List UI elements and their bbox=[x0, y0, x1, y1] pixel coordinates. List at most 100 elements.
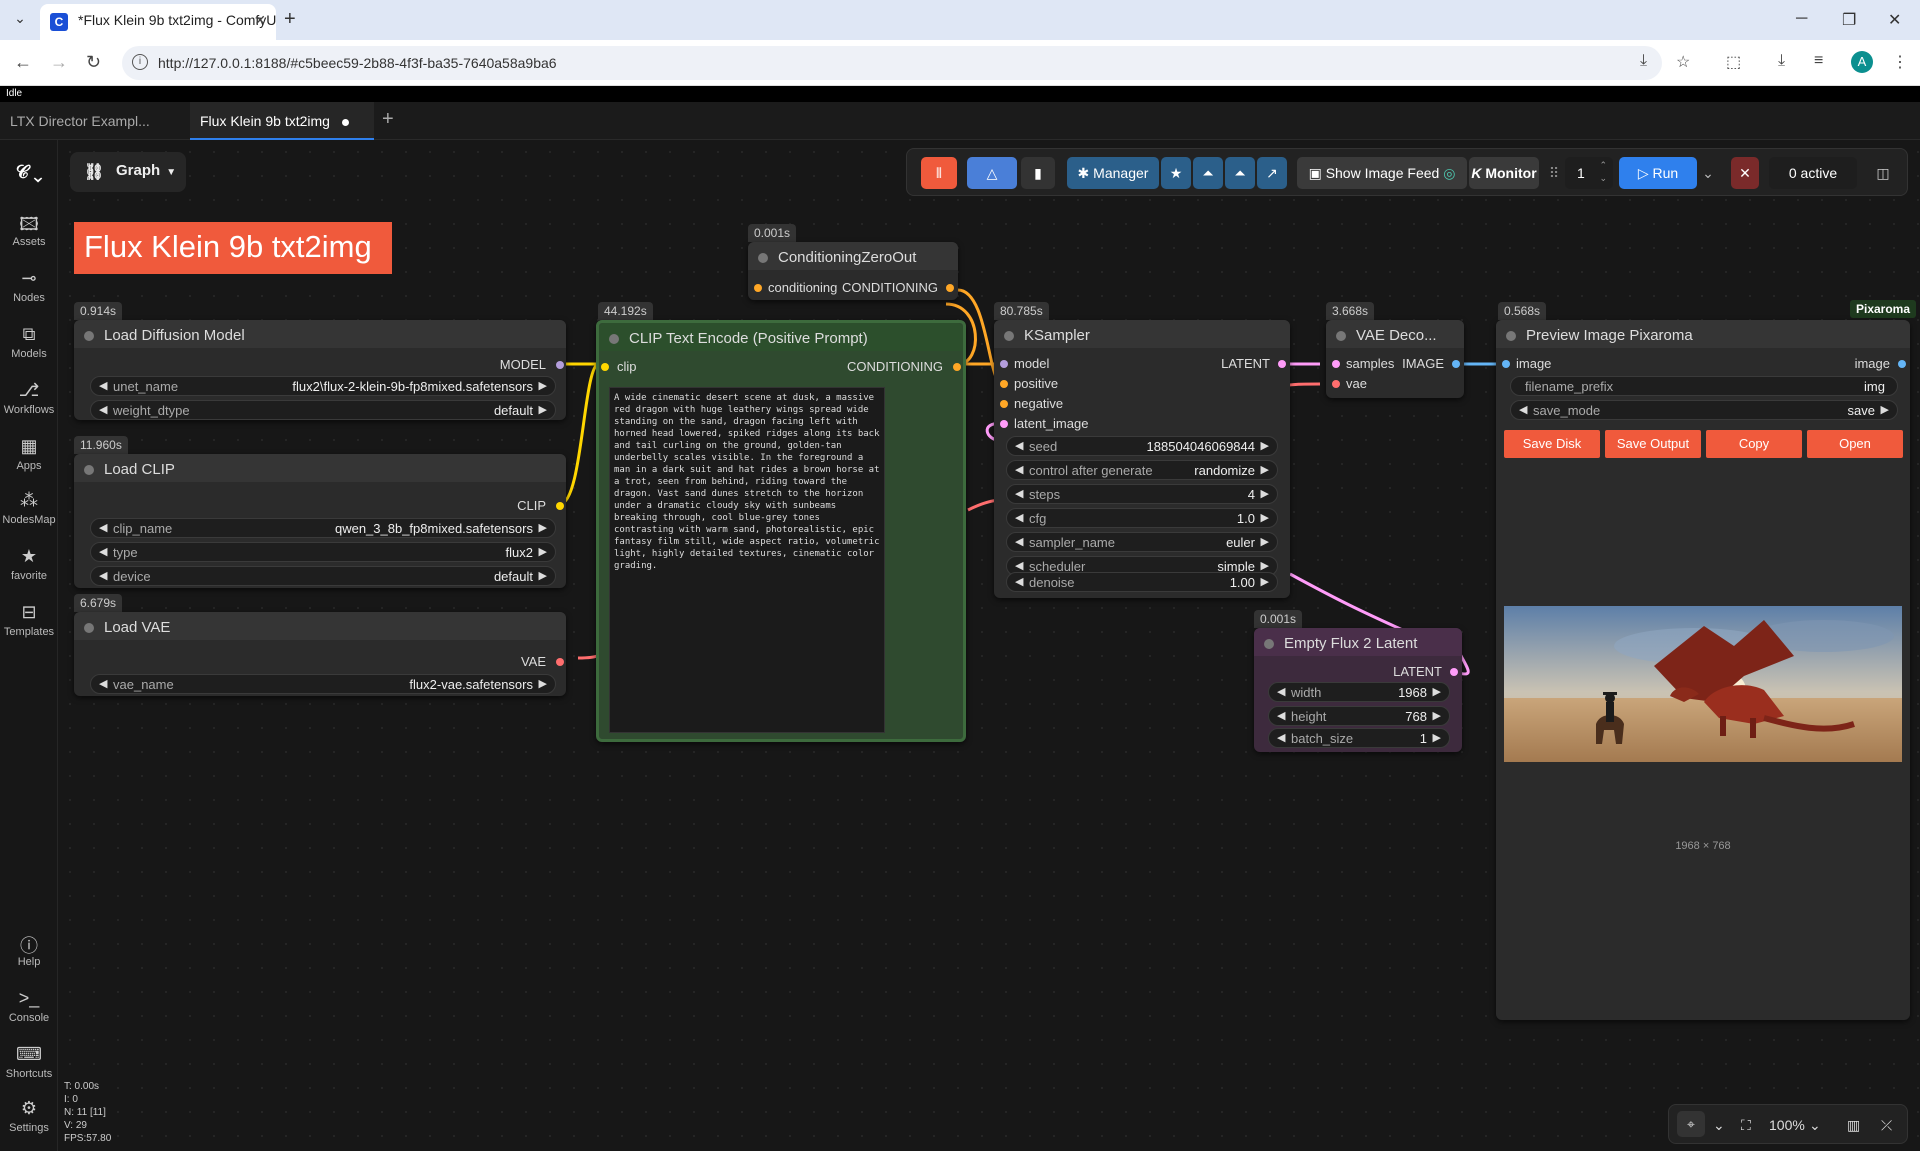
graph-menu-button[interactable]: ⛓ Graph ▼ bbox=[70, 152, 186, 192]
input-socket[interactable] bbox=[1502, 360, 1510, 368]
comfy-logo-icon[interactable]: 𝒞 ⌄ bbox=[0, 162, 58, 186]
widget-clip-name[interactable]: ◀ clip_name qwen_3_8b_fp8mixed.safetensors… bbox=[90, 518, 556, 538]
workflow-title-note[interactable]: Flux Klein 9b txt2img bbox=[74, 222, 392, 274]
node-ksampler[interactable]: KSampler model positive negative latent_… bbox=[994, 320, 1290, 598]
queue-count-stepper[interactable]: 1 ⌃ ⌄ bbox=[1565, 157, 1613, 189]
input-socket[interactable] bbox=[1000, 420, 1008, 428]
node-load-vae[interactable]: Load VAE VAE ◀ vae_name flux2-vae.safetens… bbox=[74, 612, 566, 696]
copy-button[interactable]: Copy bbox=[1706, 430, 1802, 458]
widget-height[interactable]: ◀ height 768 ▶ bbox=[1268, 706, 1450, 726]
widget-control-after-generate[interactable]: ◀ control after generate randomize ▶ bbox=[1006, 460, 1278, 480]
extensions-icon[interactable]: ⬚ bbox=[1726, 52, 1741, 72]
close-window-icon[interactable]: ✕ bbox=[1888, 10, 1901, 30]
zoom-chevron-icon[interactable]: ⌄ bbox=[1809, 1117, 1821, 1134]
bookmark-star-icon[interactable]: ☆ bbox=[1676, 52, 1690, 72]
widget-steps[interactable]: ◀ steps 4 ▶ bbox=[1006, 484, 1278, 504]
widget-filename-prefix[interactable]: filename_prefix img bbox=[1510, 376, 1898, 396]
install-icon[interactable]: ⤓ bbox=[1640, 52, 1647, 70]
active-queue-button[interactable]: 0 active bbox=[1769, 157, 1857, 189]
browser-tab[interactable]: C *Flux Klein 9b txt2img - ComfyUI ✕ bbox=[40, 4, 276, 40]
widget-seed[interactable]: ◀ seed 188504046069844 ▶ bbox=[1006, 436, 1278, 456]
node-empty-flux-2-latent[interactable]: Empty Flux 2 Latent LATENT ◀ width 1968 ▶ ◀… bbox=[1254, 628, 1462, 752]
tab-search-icon[interactable]: ⌄ bbox=[8, 10, 32, 30]
collapse-dot-icon[interactable] bbox=[1336, 331, 1346, 341]
input-socket[interactable] bbox=[1332, 380, 1340, 388]
collapse-dot-icon[interactable] bbox=[84, 623, 94, 633]
workflow-tab-flux[interactable]: Flux Klein 9b txt2img bbox=[190, 102, 374, 140]
node-preview-image-pixaroma[interactable]: Preview Image Pixaroma image image filen… bbox=[1496, 320, 1910, 1020]
restore-icon[interactable]: ❐ bbox=[1842, 10, 1856, 30]
sidebar-item-settings[interactable]: ⚙ Settings bbox=[0, 1098, 58, 1134]
output-socket[interactable] bbox=[946, 284, 954, 292]
input-socket[interactable] bbox=[1000, 380, 1008, 388]
sidebar-item-shortcuts[interactable]: ⌨ Shortcuts bbox=[0, 1044, 58, 1080]
open-button[interactable]: Open bbox=[1807, 430, 1903, 458]
add-workflow-button[interactable]: + bbox=[382, 108, 394, 131]
sidebar-item-nodes[interactable]: ⊸ Nodes bbox=[0, 268, 58, 304]
graph-canvas[interactable]: ⛓ Graph ▼ Flux Klein 9b txt2img ⦀ △ ▮ ✱ Ma… bbox=[58, 140, 1920, 1151]
show-image-feed-button[interactable]: ▣ Show Image Feed ◎ bbox=[1297, 157, 1467, 189]
share-icon[interactable]: ↗ bbox=[1257, 157, 1287, 189]
collapse-dot-icon[interactable] bbox=[84, 331, 94, 341]
menu-dots-icon[interactable]: ⋮ bbox=[1892, 52, 1908, 72]
prompt-textarea[interactable]: A wide cinematic desert scene at dusk, a… bbox=[609, 387, 885, 733]
triangle-icon[interactable]: ⏶ bbox=[1193, 157, 1223, 189]
downloads-icon[interactable]: ⤓ bbox=[1778, 52, 1785, 70]
node-clip-text-encode[interactable]: CLIP Text Encode (Positive Prompt) clip … bbox=[596, 320, 966, 742]
cancel-queue-button[interactable]: ✕ bbox=[1731, 157, 1759, 189]
widget-cfg[interactable]: ◀ cfg 1.0 ▶ bbox=[1006, 508, 1278, 528]
collapse-dot-icon[interactable] bbox=[609, 334, 619, 344]
input-socket[interactable] bbox=[601, 363, 609, 371]
url-field[interactable]: i http://127.0.0.1:8188/#c5beec59-2b88-4… bbox=[122, 46, 1662, 80]
widget-denoise[interactable]: ◀ denoise 1.00 ▶ bbox=[1006, 572, 1278, 592]
drag-handle-icon[interactable]: ⠿ bbox=[1547, 157, 1561, 189]
widget-device[interactable]: ◀ device default ▶ bbox=[90, 566, 556, 586]
widget-width[interactable]: ◀ width 1968 ▶ bbox=[1268, 682, 1450, 702]
media-icon[interactable]: ≡ bbox=[1814, 52, 1823, 70]
crystools-icon[interactable]: △ bbox=[967, 157, 1017, 189]
site-info-icon[interactable]: i bbox=[132, 54, 148, 70]
workflow-tab-ltx[interactable]: LTX Director Exampl... bbox=[0, 102, 190, 140]
sidebar-item-models[interactable]: ⧉ Models bbox=[0, 324, 58, 360]
fit-view-icon[interactable]: ⛶ bbox=[1741, 1117, 1751, 1134]
star-icon[interactable]: ★ bbox=[1161, 157, 1191, 189]
monitor-button[interactable]: K Monitor bbox=[1469, 157, 1539, 189]
input-socket[interactable] bbox=[1000, 400, 1008, 408]
select-tool-icon[interactable]: ⌖ bbox=[1677, 1111, 1705, 1137]
minimap-icon[interactable]: ▥ bbox=[1847, 1117, 1860, 1134]
widget-type[interactable]: ◀ type flux2 ▶ bbox=[90, 542, 556, 562]
collapse-dot-icon[interactable] bbox=[1004, 331, 1014, 341]
back-icon[interactable]: ← bbox=[14, 52, 32, 73]
run-options-chevron-icon[interactable]: ⌄ bbox=[1699, 157, 1717, 189]
output-socket[interactable] bbox=[1278, 360, 1286, 368]
input-socket[interactable] bbox=[1332, 360, 1340, 368]
pixaroma-icon[interactable]: ⦀ bbox=[921, 157, 957, 189]
preview-image-dragon[interactable] bbox=[1504, 606, 1902, 762]
forward-icon[interactable]: → bbox=[50, 52, 68, 73]
widget-save-mode[interactable]: ◀ save_mode save ▶ bbox=[1510, 400, 1898, 420]
output-socket[interactable] bbox=[556, 502, 564, 510]
collapse-dot-icon[interactable] bbox=[1506, 331, 1516, 341]
sidebar-item-help[interactable]: ⓘ Help bbox=[0, 932, 58, 968]
manager-button[interactable]: ✱ Manager bbox=[1067, 157, 1159, 189]
widget-vae-name[interactable]: ◀ vae_name flux2-vae.safetensors ▶ bbox=[90, 674, 556, 694]
save-output-button[interactable]: Save Output bbox=[1605, 430, 1701, 458]
collapse-dot-icon[interactable] bbox=[1264, 639, 1274, 649]
node-vae-decode[interactable]: VAE Deco... samples vae IMAGE bbox=[1326, 320, 1464, 398]
sidebar-item-workflows[interactable]: ⎇ Workflows bbox=[0, 380, 58, 416]
reload-icon[interactable]: ↻ bbox=[86, 52, 101, 73]
new-tab-button[interactable]: + bbox=[284, 8, 296, 31]
hide-links-icon[interactable]: ⤫ bbox=[1881, 1117, 1892, 1134]
toggle-panel-icon[interactable]: ◫ bbox=[1867, 157, 1899, 189]
node-conditioning-zero-out[interactable]: ConditioningZeroOut conditioning CONDITI… bbox=[748, 242, 958, 300]
sidebar-item-favorite[interactable]: ★ favorite bbox=[0, 546, 58, 582]
run-button[interactable]: ▷ Run bbox=[1619, 157, 1697, 189]
sidebar-item-templates[interactable]: ⊟ Templates bbox=[0, 602, 58, 638]
input-socket[interactable] bbox=[1000, 360, 1008, 368]
triangle-alt-icon[interactable]: ⏶ bbox=[1225, 157, 1255, 189]
collapse-dot-icon[interactable] bbox=[758, 253, 768, 263]
sidebar-item-apps[interactable]: ▦ Apps bbox=[0, 436, 58, 472]
output-socket[interactable] bbox=[556, 658, 564, 666]
profile-avatar[interactable]: A bbox=[1851, 51, 1873, 73]
close-tab-icon[interactable]: ✕ bbox=[254, 12, 266, 29]
